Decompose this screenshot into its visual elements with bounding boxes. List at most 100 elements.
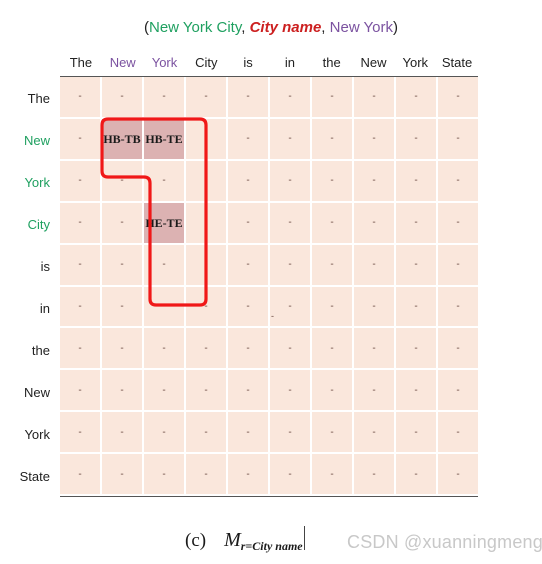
matrix-cell-r4-c8[interactable]: - (396, 244, 436, 285)
matrix-cell-r6-c7[interactable]: - (354, 328, 394, 369)
matrix-cell-r7-c8[interactable]: - (396, 370, 436, 411)
matrix-cell-r1-c4[interactable]: - (228, 118, 268, 159)
matrix-cell-r5-c0[interactable]: - (60, 286, 100, 327)
matrix-cell-r4-c7[interactable]: - (354, 244, 394, 285)
matrix-cell-r7-c6[interactable]: - (312, 370, 352, 411)
matrix-cell-r0-c8[interactable]: - (396, 77, 436, 117)
matrix-cell-r5-c2[interactable]: - (144, 286, 184, 327)
matrix-cell-r5-c4[interactable]: - (228, 286, 268, 327)
matrix-cell-r4-c3[interactable]: - (186, 244, 226, 285)
matrix-cell-r5-c5[interactable]: - (270, 286, 310, 327)
matrix-cell-r4-c1[interactable]: - (102, 244, 142, 285)
matrix-cell-r2-c7[interactable]: - (354, 160, 394, 201)
matrix-cell-r3-c1[interactable]: - (102, 202, 142, 243)
matrix-cell-r0-c3[interactable]: - (186, 77, 226, 117)
matrix-cell-r9-c5[interactable]: - (270, 454, 310, 495)
matrix-cell-r6-c2[interactable]: - (144, 328, 184, 369)
matrix-cell-r1-c7[interactable]: - (354, 118, 394, 159)
matrix-cell-r1-c9[interactable]: - (438, 118, 478, 159)
matrix-cell-r2-c2[interactable]: - (144, 160, 184, 201)
matrix-cell-r9-c8[interactable]: - (396, 454, 436, 495)
matrix-cell-r1-c1[interactable]: HB- TB (102, 118, 142, 159)
matrix-cell-r0-c7[interactable]: - (354, 77, 394, 117)
matrix-cell-r6-c4[interactable]: - (228, 328, 268, 369)
matrix-cell-r3-c0[interactable]: - (60, 202, 100, 243)
matrix-cell-r5-c7[interactable]: - (354, 286, 394, 327)
matrix-cell-r3-c6[interactable]: - (312, 202, 352, 243)
matrix-cell-r0-c1[interactable]: - (102, 77, 142, 117)
matrix-cell-r9-c7[interactable]: - (354, 454, 394, 495)
matrix-cell-r1-c6[interactable]: - (312, 118, 352, 159)
matrix-cell-r4-c2[interactable]: - (144, 244, 184, 285)
matrix-cell-r3-c7[interactable]: - (354, 202, 394, 243)
matrix-cell-r0-c2[interactable]: - (144, 77, 184, 117)
matrix-cell-r8-c2[interactable]: - (144, 412, 184, 453)
matrix-cell-r6-c1[interactable]: - (102, 328, 142, 369)
matrix-cell-r3-c8[interactable]: - (396, 202, 436, 243)
matrix-cell-r5-c6[interactable]: - (312, 286, 352, 327)
matrix-cell-r2-c8[interactable]: - (396, 160, 436, 201)
matrix-cell-r2-c0[interactable]: - (60, 160, 100, 201)
matrix-cell-r7-c4[interactable]: - (228, 370, 268, 411)
matrix-cell-r1-c3[interactable]: - (186, 118, 226, 159)
matrix-cell-r2-c6[interactable]: - (312, 160, 352, 201)
matrix-cell-r8-c5[interactable]: - (270, 412, 310, 453)
matrix-cell-r3-c5[interactable]: - (270, 202, 310, 243)
matrix-cell-r9-c9[interactable]: - (438, 454, 478, 495)
matrix-cell-r6-c3[interactable]: - (186, 328, 226, 369)
matrix-cell-r6-c8[interactable]: - (396, 328, 436, 369)
matrix-cell-r1-c8[interactable]: - (396, 118, 436, 159)
matrix-cell-r7-c9[interactable]: - (438, 370, 478, 411)
matrix-cell-r5-c3[interactable]: - (186, 286, 226, 327)
matrix-cell-r8-c7[interactable]: - (354, 412, 394, 453)
matrix-cell-r6-c6[interactable]: - (312, 328, 352, 369)
matrix-cell-r3-c9[interactable]: - (438, 202, 478, 243)
matrix-cell-r6-c5[interactable]: - (270, 328, 310, 369)
matrix-cell-r6-c9[interactable]: - (438, 328, 478, 369)
matrix-cell-r9-c4[interactable]: - (228, 454, 268, 495)
matrix-cell-r3-c4[interactable]: - (228, 202, 268, 243)
matrix-cell-r5-c8[interactable]: - (396, 286, 436, 327)
matrix-cell-r8-c3[interactable]: - (186, 412, 226, 453)
matrix-cell-r5-c9[interactable]: - (438, 286, 478, 327)
matrix-cell-r1-c5[interactable]: - (270, 118, 310, 159)
matrix-cell-r6-c0[interactable]: - (60, 328, 100, 369)
matrix-cell-r2-c4[interactable]: - (228, 160, 268, 201)
matrix-cell-r9-c0[interactable]: - (60, 454, 100, 495)
matrix-cell-r8-c1[interactable]: - (102, 412, 142, 453)
matrix-cell-r8-c8[interactable]: - (396, 412, 436, 453)
matrix-cell-r8-c9[interactable]: - (438, 412, 478, 453)
matrix-cell-r7-c7[interactable]: - (354, 370, 394, 411)
matrix-cell-r7-c1[interactable]: - (102, 370, 142, 411)
matrix-cell-r0-c4[interactable]: - (228, 77, 268, 117)
matrix-cell-r4-c5[interactable]: - (270, 244, 310, 285)
matrix-cell-r2-c1[interactable]: - (102, 160, 142, 201)
text-caret[interactable] (303, 526, 305, 550)
matrix-cell-r5-c1[interactable]: - (102, 286, 142, 327)
matrix-cell-r4-c0[interactable]: - (60, 244, 100, 285)
matrix-cell-r8-c6[interactable]: - (312, 412, 352, 453)
matrix-cell-r7-c0[interactable]: - (60, 370, 100, 411)
matrix-cell-r7-c2[interactable]: - (144, 370, 184, 411)
matrix-cell-r0-c5[interactable]: - (270, 77, 310, 117)
matrix-cell-r2-c9[interactable]: - (438, 160, 478, 201)
matrix-cell-r8-c4[interactable]: - (228, 412, 268, 453)
matrix-cell-r4-c9[interactable]: - (438, 244, 478, 285)
matrix-cell-r0-c0[interactable]: - (60, 77, 100, 117)
matrix-cell-r9-c1[interactable]: - (102, 454, 142, 495)
matrix-cell-r3-c2[interactable]: HE- TE (144, 202, 184, 243)
matrix-cell-r7-c3[interactable]: - (186, 370, 226, 411)
matrix-cell-r2-c3[interactable]: - (186, 160, 226, 201)
matrix-cell-r4-c4[interactable]: - (228, 244, 268, 285)
matrix-cell-r4-c6[interactable]: - (312, 244, 352, 285)
matrix-cell-r1-c2[interactable]: HB- TE (144, 118, 184, 159)
matrix-cell-r8-c0[interactable]: - (60, 412, 100, 453)
matrix-cell-r9-c2[interactable]: - (144, 454, 184, 495)
matrix-cell-r9-c3[interactable]: - (186, 454, 226, 495)
matrix-cell-r3-c3[interactable]: - (186, 202, 226, 243)
matrix-cell-r9-c6[interactable]: - (312, 454, 352, 495)
matrix-cell-r2-c5[interactable]: - (270, 160, 310, 201)
matrix-cell-r7-c5[interactable]: - (270, 370, 310, 411)
matrix-cell-r0-c9[interactable]: - (438, 77, 478, 117)
matrix-cell-r0-c6[interactable]: - (312, 77, 352, 117)
